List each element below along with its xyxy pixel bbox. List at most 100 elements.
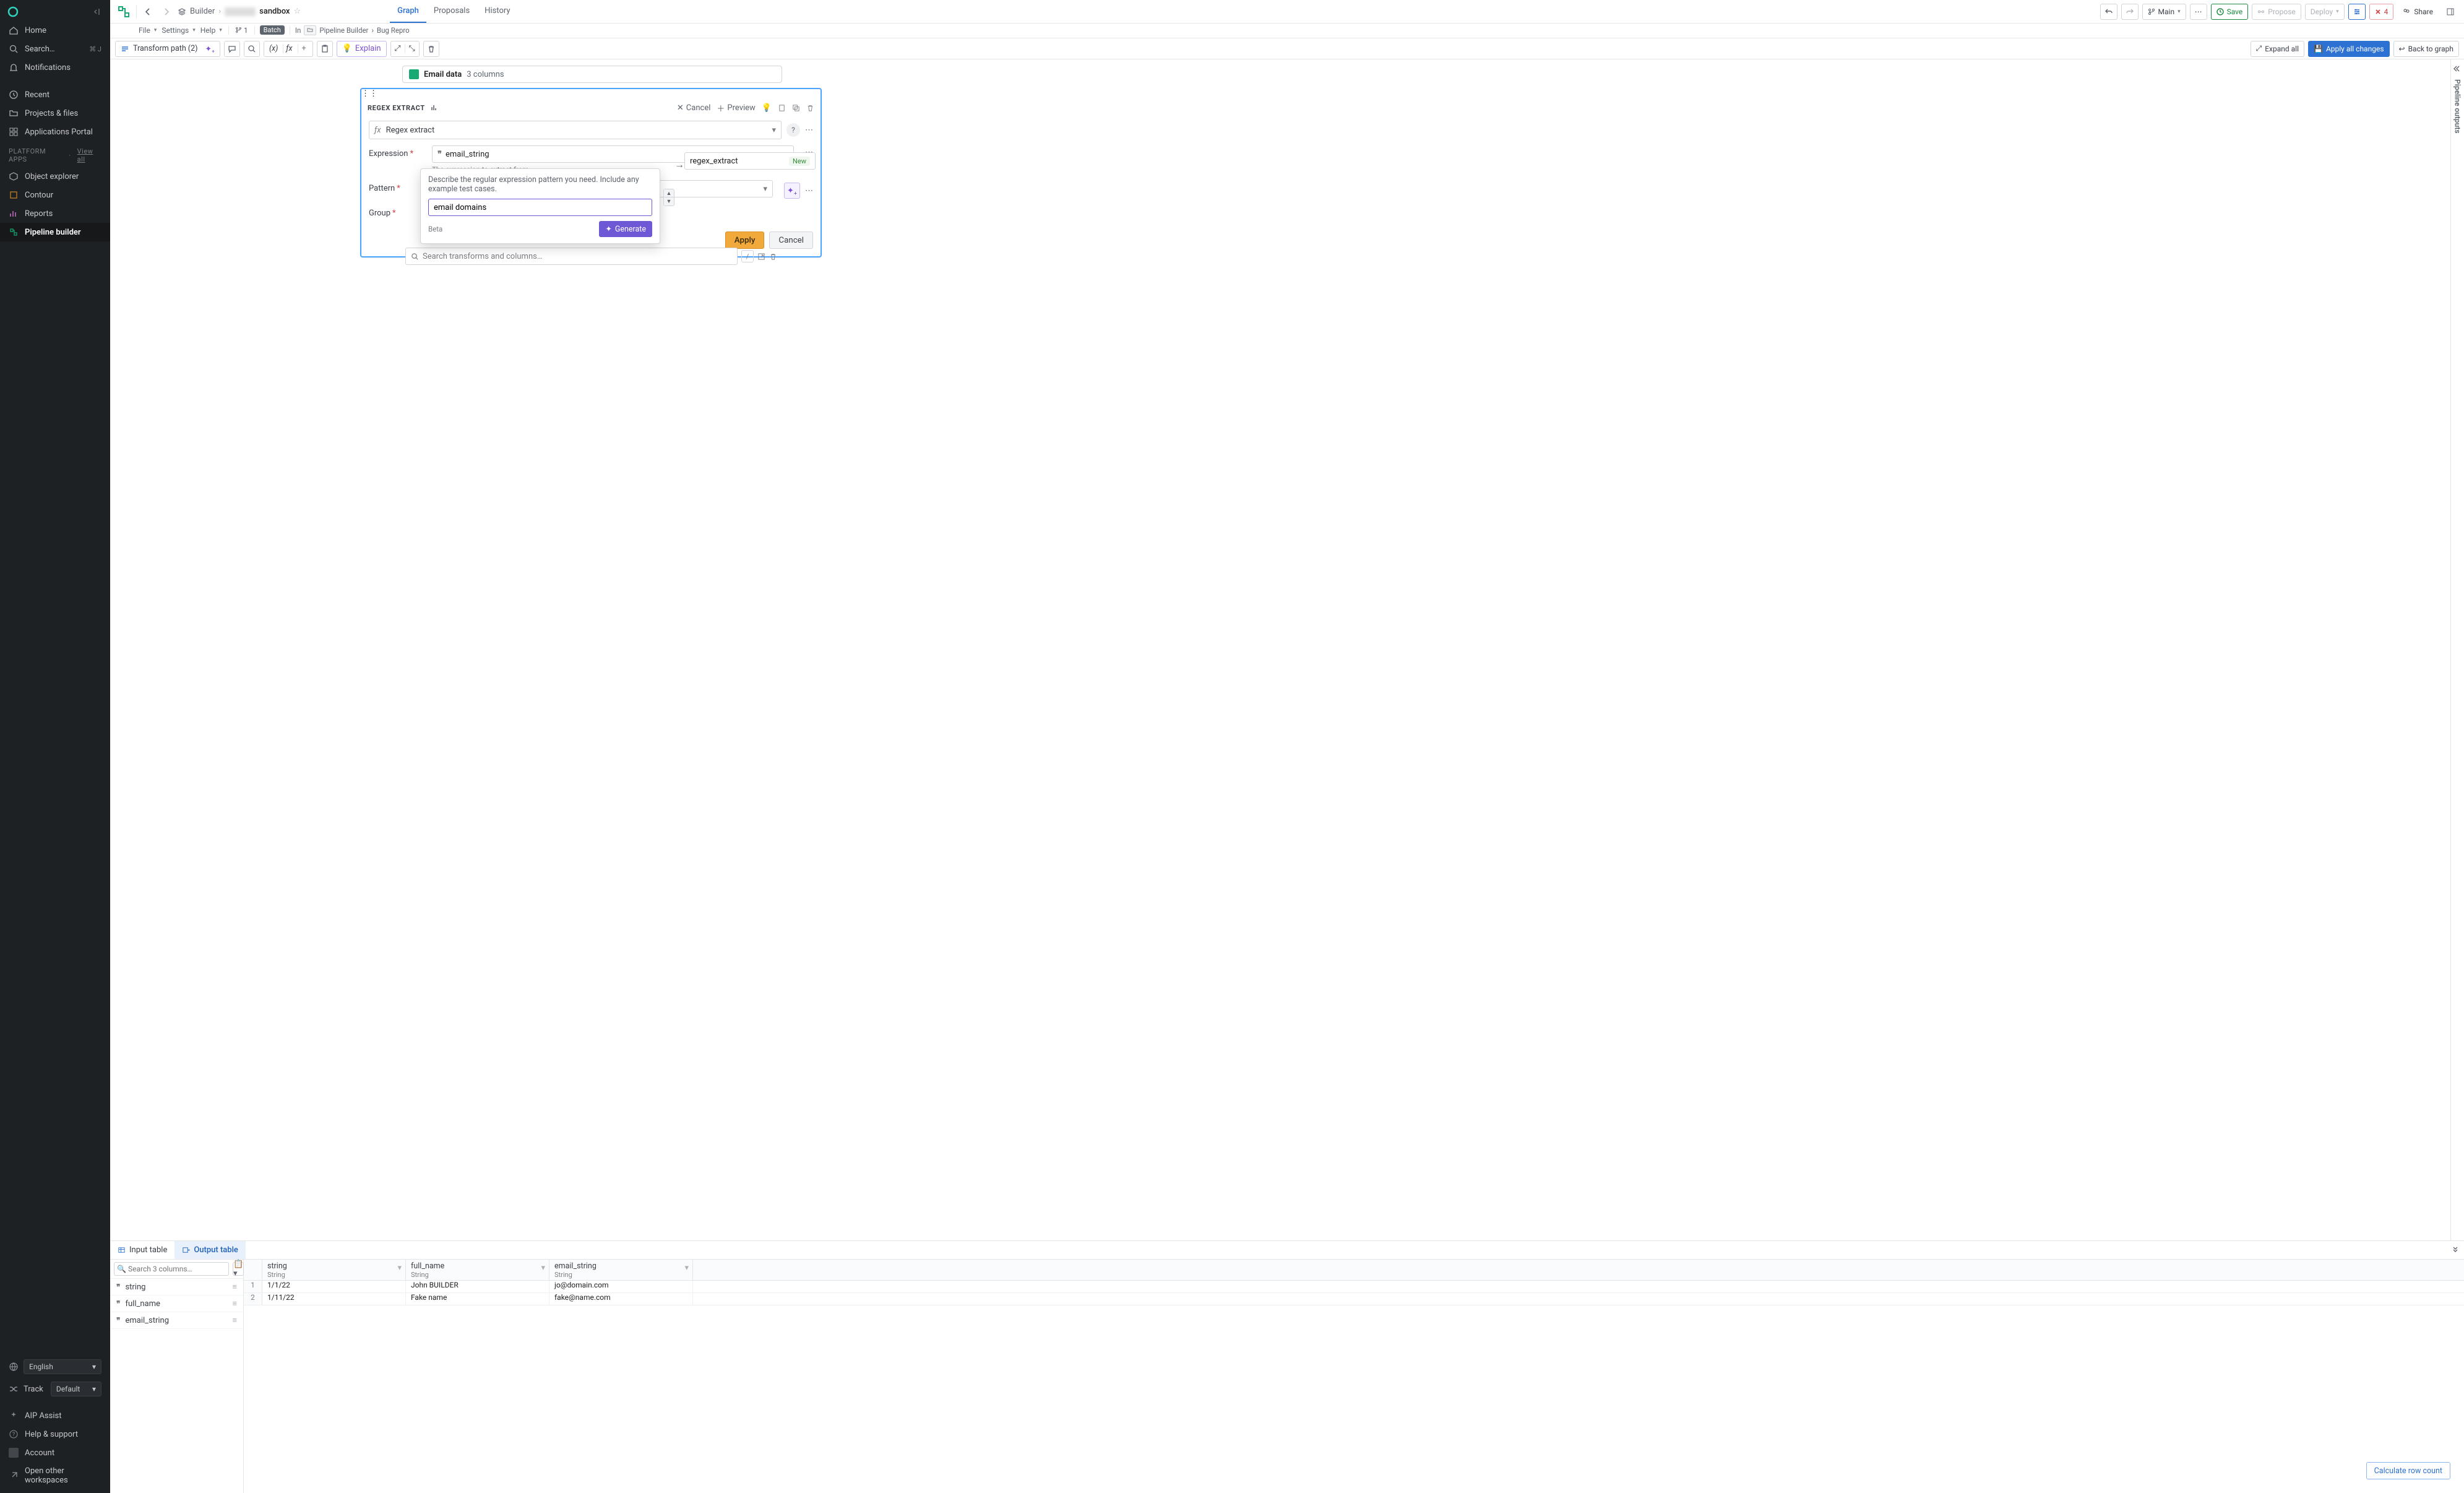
- sidebar-item-reports[interactable]: Reports: [0, 204, 110, 223]
- rail-label[interactable]: Pipeline outputs: [2453, 79, 2462, 134]
- expand-icon[interactable]: ⤢: [391, 44, 405, 53]
- track-select[interactable]: Default▾: [51, 1382, 101, 1396]
- clipboard-button[interactable]: [317, 41, 333, 57]
- nav-forward[interactable]: [159, 4, 174, 19]
- generate-button[interactable]: ✦Generate: [599, 221, 652, 237]
- stepper-down[interactable]: ▼: [664, 197, 674, 206]
- stats-icon[interactable]: [430, 103, 439, 112]
- language-select[interactable]: English▾: [24, 1359, 101, 1374]
- redo-button[interactable]: [2121, 4, 2139, 20]
- fx-toggle[interactable]: ƒx: [283, 44, 295, 53]
- calculate-row-count-button[interactable]: Calculate row count: [2366, 1462, 2450, 1479]
- expand-all-button[interactable]: ⤢Expand all: [2251, 41, 2304, 57]
- branch-select[interactable]: Main▾: [2142, 4, 2186, 20]
- columns-search-input[interactable]: [114, 1262, 229, 1276]
- output-column-chip[interactable]: regex_extract New: [684, 152, 816, 170]
- sidebar-item-account[interactable]: Account: [0, 1443, 110, 1462]
- ai-generate-pattern[interactable]: ✦₊: [784, 183, 800, 199]
- tab-output-table[interactable]: Output table: [174, 1241, 246, 1259]
- chevron-down-icon[interactable]: ▾: [397, 1263, 402, 1273]
- delete-search[interactable]: [769, 253, 777, 261]
- bc-2[interactable]: Bug Repro: [377, 26, 410, 35]
- table-row[interactable]: 11/1/22John BUILDERjo@domain.com: [244, 1281, 2464, 1293]
- deploy-button[interactable]: Deploy▾: [2305, 4, 2345, 20]
- data-grid[interactable]: stringString▾ full_nameString▾ email_str…: [244, 1260, 2464, 1493]
- sidebar-item-object-explorer[interactable]: Object explorer: [0, 167, 110, 186]
- propose-button[interactable]: Propose: [2252, 4, 2301, 20]
- collapse-icon[interactable]: ⤡: [405, 44, 419, 53]
- sidebar-item-help[interactable]: ?Help & support: [0, 1425, 110, 1443]
- tab-history[interactable]: History: [477, 0, 517, 23]
- explain-button[interactable]: 💡Explain: [337, 41, 387, 57]
- sidebar-item-apps-portal[interactable]: Applications Portal: [0, 123, 110, 141]
- card-preview[interactable]: ＋Preview: [717, 102, 755, 114]
- sidebar-item-open-workspaces[interactable]: Open other workspaces: [0, 1462, 110, 1489]
- more-icon[interactable]: ⋯: [805, 126, 813, 135]
- more-icon[interactable]: ⋯: [805, 186, 813, 196]
- branch-more[interactable]: ⋯: [2190, 4, 2207, 20]
- rail-collapse-icon[interactable]: [2453, 64, 2462, 73]
- column-header[interactable]: email_stringString▾: [549, 1260, 693, 1280]
- card-cancel[interactable]: ✕Cancel: [677, 103, 710, 113]
- copy-icon[interactable]: [792, 104, 800, 112]
- menu-file[interactable]: File: [137, 26, 158, 35]
- branch-count[interactable]: 1: [234, 26, 249, 35]
- share-button[interactable]: Share: [2397, 4, 2438, 20]
- cancel-button[interactable]: Cancel: [769, 232, 813, 249]
- menu-settings[interactable]: Settings: [160, 26, 196, 35]
- tab-proposals[interactable]: Proposals: [426, 0, 477, 23]
- back-to-graph-button[interactable]: ↩Back to graph: [2393, 41, 2459, 57]
- menu-help[interactable]: Help: [199, 26, 223, 35]
- clipboard-icon[interactable]: [778, 104, 786, 112]
- delete-button[interactable]: [423, 41, 439, 57]
- view-all-link[interactable]: View all: [77, 147, 101, 163]
- column-item[interactable]: ❞email_string≡: [110, 1312, 243, 1329]
- sparkle-plus-icon[interactable]: ✦₊: [205, 44, 215, 54]
- tab-input-table[interactable]: Input table: [110, 1241, 174, 1259]
- column-header[interactable]: full_nameString▾: [406, 1260, 549, 1280]
- help-icon[interactable]: ?: [786, 123, 800, 137]
- table-row[interactable]: 21/11/22Fake namefake@name.com: [244, 1293, 2464, 1305]
- breadcrumb-root[interactable]: Builder: [190, 7, 215, 16]
- function-select[interactable]: ƒx Regex extract ▾: [369, 121, 782, 139]
- column-header[interactable]: stringString▾: [262, 1260, 406, 1280]
- sidebar-item-contour[interactable]: Contour: [0, 186, 110, 204]
- fx-add[interactable]: +: [298, 44, 310, 53]
- settings-button[interactable]: [2348, 4, 2366, 20]
- column-item[interactable]: ❞full_name≡: [110, 1296, 243, 1312]
- bulb-icon[interactable]: 💡: [762, 103, 772, 113]
- apply-all-button[interactable]: 💾Apply all changes: [2308, 41, 2390, 57]
- column-item[interactable]: ❞string≡: [110, 1279, 243, 1296]
- star-icon[interactable]: ☆: [293, 7, 301, 16]
- ai-prompt-input[interactable]: [428, 199, 652, 216]
- sort-icon[interactable]: ≡: [232, 1315, 237, 1325]
- comment-button[interactable]: [224, 41, 240, 57]
- drag-handle[interactable]: ⋮⋮: [361, 89, 377, 98]
- tab-graph[interactable]: Graph: [390, 0, 426, 23]
- nav-back[interactable]: [140, 4, 155, 19]
- panel-toggle[interactable]: [2442, 4, 2459, 20]
- stepper-up[interactable]: ▲: [664, 189, 674, 197]
- node-email-data[interactable]: Email data 3 columns: [402, 66, 782, 83]
- sort-icon[interactable]: ≡: [232, 1299, 237, 1309]
- clipboard-columns[interactable]: 📋▾: [233, 1262, 244, 1276]
- sidebar-item-pipeline-builder[interactable]: Pipeline builder: [0, 223, 110, 241]
- errors-button[interactable]: 4: [2369, 4, 2394, 20]
- trash-icon[interactable]: [806, 104, 814, 112]
- sidebar-item-projects[interactable]: Projects & files: [0, 104, 110, 123]
- canvas[interactable]: Email data 3 columns ⋮⋮ REGEX EXTRACT ✕C…: [110, 59, 2450, 1240]
- apply-button[interactable]: Apply: [725, 232, 765, 249]
- sidebar-item-notifications[interactable]: Notifications: [0, 58, 110, 77]
- sidebar-item-aip-assist[interactable]: AIP Assist: [0, 1406, 110, 1425]
- save-button[interactable]: Save: [2211, 4, 2249, 20]
- transform-search-input[interactable]: Search transforms and columns…: [405, 248, 738, 265]
- bc-1[interactable]: Pipeline Builder: [319, 26, 368, 35]
- sidebar-item-search[interactable]: Search…⌘ J: [0, 40, 110, 58]
- sidebar-item-home[interactable]: Home: [0, 21, 110, 40]
- sidebar-collapse-icon[interactable]: [93, 7, 103, 17]
- sort-icon[interactable]: ≡: [232, 1282, 237, 1292]
- chevron-down-icon[interactable]: ▾: [684, 1263, 689, 1273]
- sidebar-item-recent[interactable]: Recent: [0, 85, 110, 104]
- undo-button[interactable]: [2100, 4, 2117, 20]
- collapse-panel[interactable]: [2447, 1241, 2464, 1259]
